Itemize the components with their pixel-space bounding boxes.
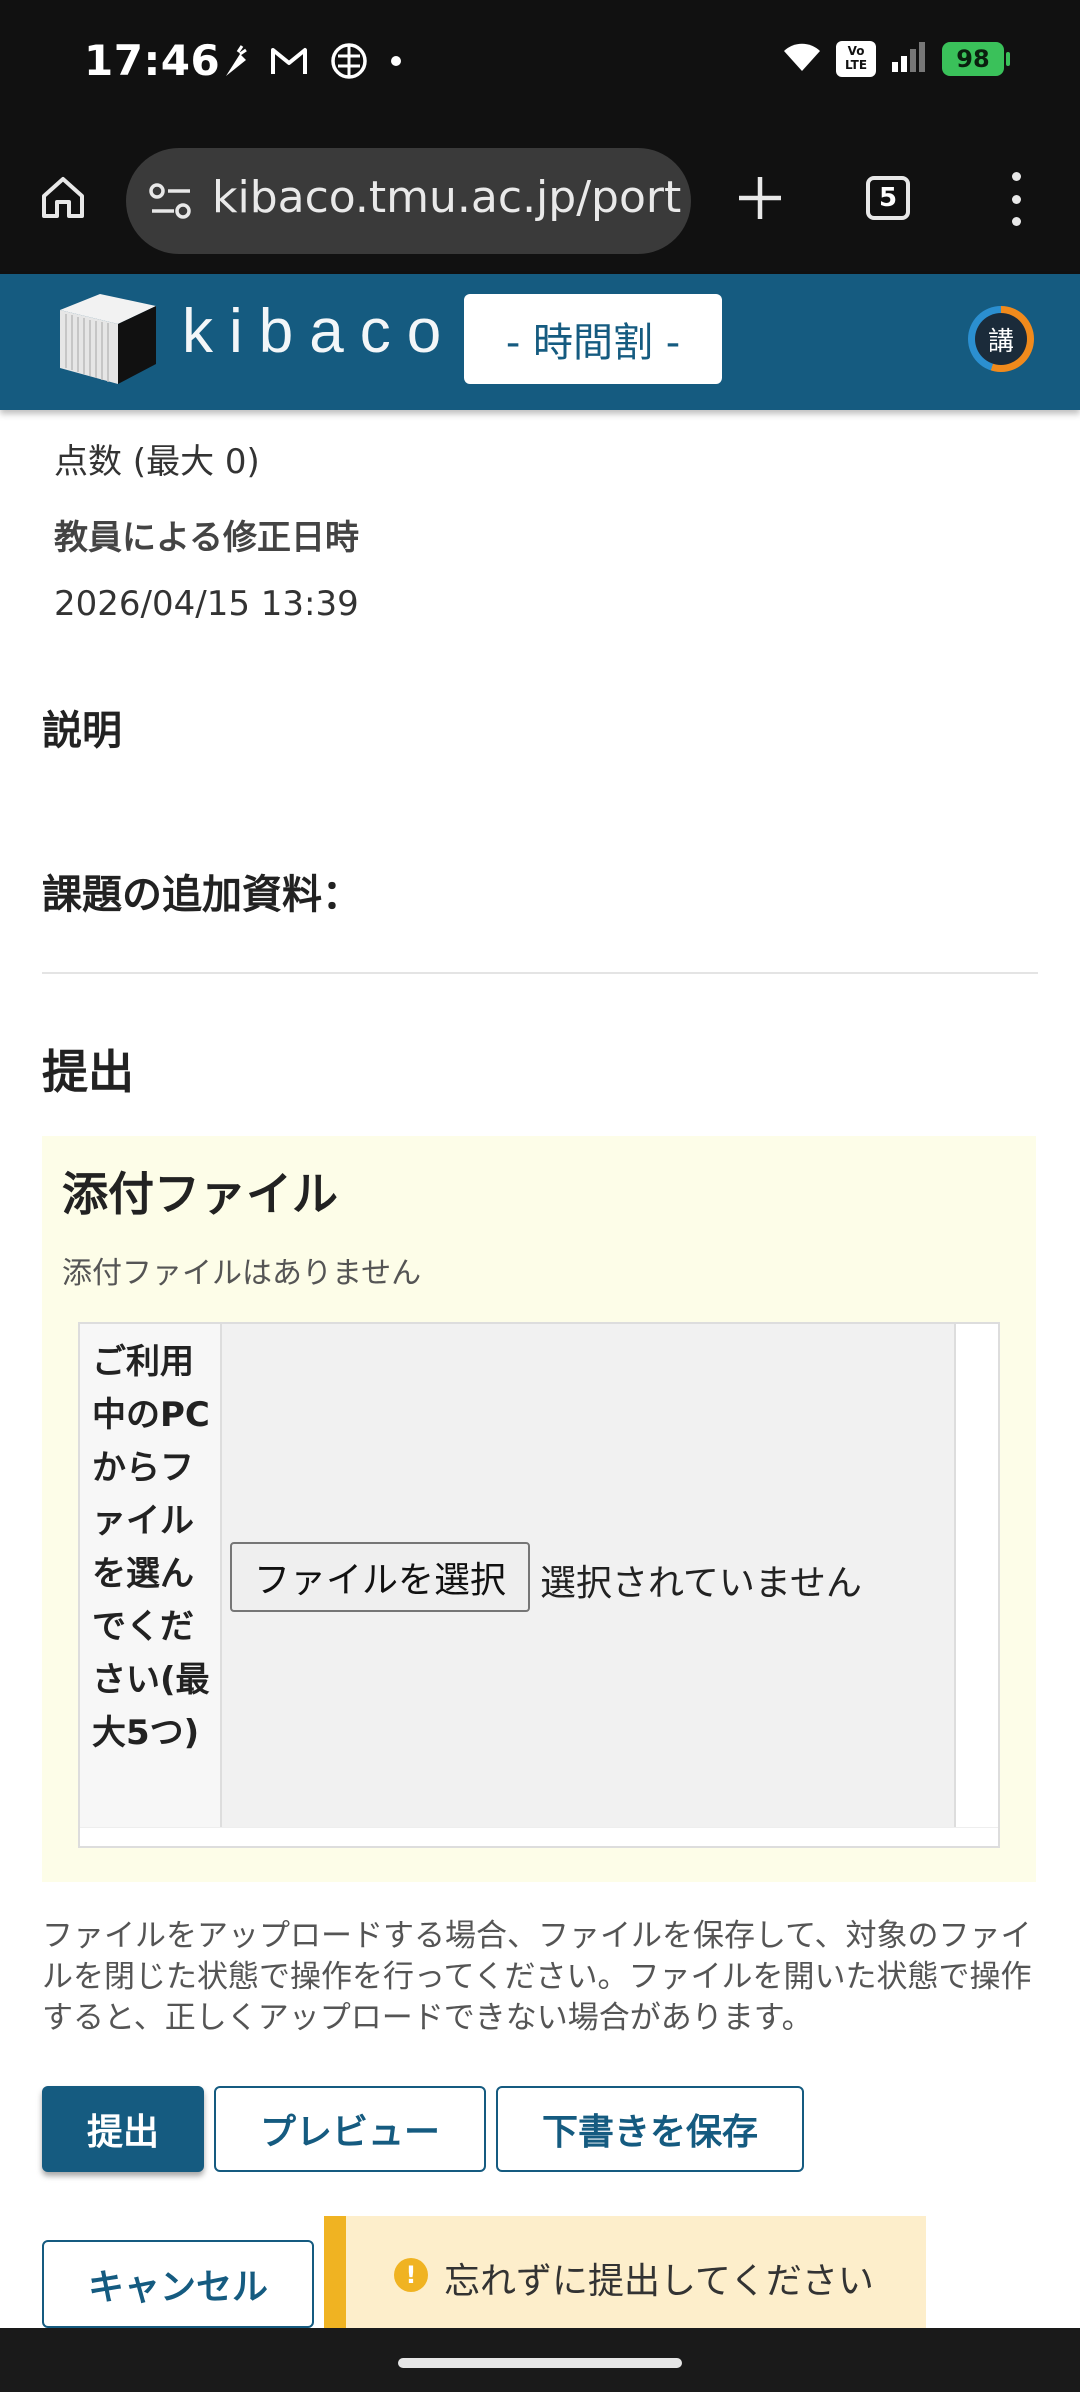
choose-file-button[interactable]: ファイルを選択 [230,1542,530,1612]
warning-icon: ! [394,2258,428,2292]
upload-notice: ファイルをアップロードする場合、ファイルを保存して、対象のファイルを閉じた状態で… [42,1918,1032,2036]
more-menu-icon[interactable] [1004,172,1028,226]
cancel-button[interactable]: キャンセル [42,2240,314,2328]
screen: 17:46 Vo LTE 98 kibaco.tmu.ac.jp/port 5 … [0,0,1080,2392]
wifi-icon [782,41,822,77]
file-upload-table: ご利用中のPCからファイルを選んでください(最大5つ) ファイルを選択 選択され… [78,1322,1000,1848]
modified-by-instructor-label: 教員による修正日時 [54,518,359,558]
reminder-text: 忘れずに提出してください [444,2261,874,2302]
description-heading: 説明 [42,708,122,754]
save-draft-button[interactable]: 下書きを保存 [496,2086,804,2172]
preview-button[interactable]: プレビュー [214,2086,486,2172]
no-file-selected-text: 選択されていません [540,1563,862,1604]
browser-toolbar: kibaco.tmu.ac.jp/port 5 [0,128,1080,274]
new-tab-icon[interactable] [730,168,790,228]
tab-switcher-button[interactable]: 5 [866,176,910,220]
address-bar[interactable]: kibaco.tmu.ac.jp/port [126,148,691,254]
kibaco-logo-text: kibaco [182,297,458,366]
signal-icon [890,40,928,78]
home-icon[interactable] [34,168,92,226]
no-attachments-text: 添付ファイルはありません [62,1256,422,1291]
url-text: kibaco.tmu.ac.jp/port [212,172,682,223]
kibaco-logo-icon[interactable] [56,290,166,392]
system-navigation-bar [0,2328,1080,2392]
section-divider [42,972,1038,974]
site-header: kibaco - 時間割 - 講 [0,274,1080,410]
gesture-handle[interactable] [398,2358,682,2368]
submit-reminder-alert: ! 忘れずに提出してください [324,2216,926,2328]
upload-instructions-label: ご利用中のPCからファイルを選んでください(最大5つ) [92,1342,210,1753]
user-avatar[interactable]: 講 [968,306,1034,372]
status-bar: 17:46 Vo LTE 98 [0,0,1080,128]
timetable-button[interactable]: - 時間割 - [464,294,722,384]
submit-button[interactable]: 提出 [42,2086,204,2172]
gmail-icon [270,46,308,76]
more-notifications-dot [390,55,402,67]
avatar-label: 講 [975,313,1027,365]
extra-materials-heading: 課題の追加資料： [42,872,362,918]
upload-label-cell: ご利用中のPCからファイルを選んでください(最大5つ) [80,1324,222,1846]
attachments-heading: 添付ファイル [62,1167,338,1221]
site-settings-icon[interactable] [148,182,194,224]
carrot-app-icon [218,44,248,78]
submission-heading: 提出 [42,1045,134,1099]
battery-level: 98 [956,45,990,73]
volte-icon: Vo LTE [836,41,876,77]
system-indicators: Vo LTE 98 [782,40,1010,78]
modified-date: 2026/04/15 13:39 [54,584,359,624]
score-label: 点数 (最大 0) [54,442,260,482]
notification-icons [218,42,402,80]
table-scroll-strip [80,1827,998,1846]
globe-app-icon [330,42,368,80]
attachments-panel: 添付ファイル 添付ファイルはありません ご利用中のPCからファイルを選んでくださ… [42,1136,1036,1882]
battery-icon: 98 [942,42,1010,76]
status-time: 17:46 [84,36,221,85]
upload-input-cell: ファイルを選択 選択されていません [222,1324,956,1846]
